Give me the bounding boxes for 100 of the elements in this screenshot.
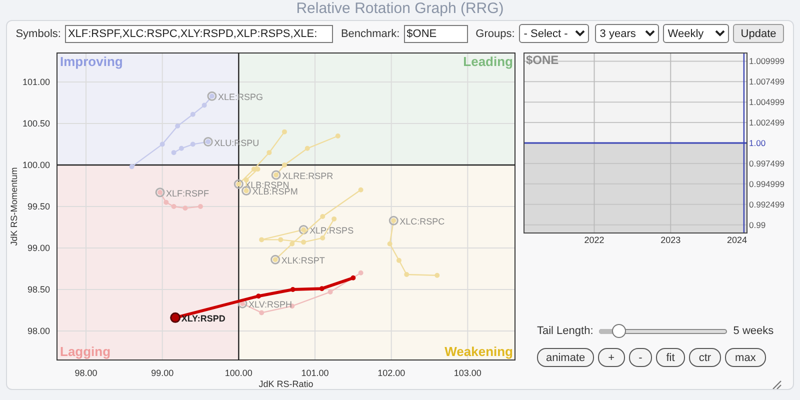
head-marker: [155, 188, 165, 198]
head-marker: [271, 170, 281, 180]
point: [301, 240, 306, 245]
point: [160, 142, 165, 147]
point: [319, 286, 324, 292]
head-marker: [203, 137, 213, 147]
symbol-label: XLF:RSPF: [166, 188, 210, 198]
axis-tick-label: 0.997499: [749, 158, 784, 168]
quadrant-label: Lagging: [60, 344, 111, 359]
point: [178, 146, 184, 151]
point: [350, 275, 356, 280]
axis-tick-label: 0.99: [749, 220, 766, 230]
symbol-label: XLB:RSPM: [252, 186, 298, 197]
update-button[interactable]: Update: [732, 24, 784, 43]
page-title: Relative Rotation Graph (RRG): [295, 0, 505, 18]
point: [335, 133, 340, 138]
chart-control-button[interactable]: animate: [537, 348, 594, 367]
field-label: Benchmark:: [340, 28, 400, 40]
quadrant-label: Improving: [60, 54, 123, 69]
axis-tick-label: 102.00: [378, 368, 406, 378]
point: [282, 129, 287, 134]
point: [358, 187, 364, 192]
point: [202, 102, 207, 108]
symbols-field[interactable]: XLF:RSPF,XLC:RSPC,XLY:RSPD,XLP:RSPS,XLE:: [64, 24, 333, 42]
tail-length-label: Tail Length:: [537, 325, 594, 337]
point: [175, 124, 180, 129]
point: [190, 142, 196, 147]
point: [404, 272, 410, 278]
point: [434, 272, 440, 278]
axis-tick-label: 2022: [584, 235, 604, 245]
head-marker: [170, 312, 181, 323]
head-marker: [207, 91, 217, 101]
axis-tick-label: 101.00: [301, 368, 329, 378]
head-marker: [238, 298, 248, 308]
x-axis-title: JdK RS-Ratio: [258, 379, 314, 389]
axis-tick-label: 99.50: [27, 202, 50, 212]
interval-dropdown[interactable]: Weekly: [662, 24, 729, 43]
point: [282, 162, 287, 168]
point: [266, 150, 272, 156]
point: [171, 150, 176, 156]
groups-dropdown[interactable]: - Select -: [518, 24, 589, 43]
axis-tick-label: 98.00: [27, 326, 50, 336]
y-axis-title: JdK RS-Momentum: [9, 167, 19, 246]
tail-length-slider[interactable]: [599, 324, 728, 338]
point: [358, 270, 364, 276]
series-name: $ONE: [526, 53, 559, 67]
point: [387, 241, 392, 246]
chart-control-button[interactable]: -: [628, 348, 652, 367]
point: [290, 286, 296, 292]
point: [171, 204, 176, 209]
point: [290, 241, 295, 246]
head-marker: [270, 254, 280, 264]
field-label: Symbols:: [16, 28, 61, 40]
symbol-label: XLV:RSPH: [248, 300, 292, 310]
point: [198, 204, 204, 209]
benchmark-field[interactable]: $ONE: [404, 24, 468, 42]
chart-control-button[interactable]: +: [598, 348, 625, 367]
point: [190, 112, 196, 117]
point: [396, 258, 402, 263]
axis-tick-label: 101.00: [22, 77, 50, 88]
tail-length-value: 5 weeks: [733, 325, 774, 337]
slider-thumb[interactable]: [612, 324, 626, 338]
head-marker: [234, 179, 244, 189]
point: [182, 206, 188, 211]
point: [320, 236, 326, 241]
point: [328, 289, 333, 294]
axis-tick-label: 0.992499: [749, 199, 784, 210]
axis-tick-label: 98.00: [74, 368, 98, 378]
symbol-label: XLK:RSPT: [281, 256, 325, 266]
axis-tick-label: 1.002499: [749, 118, 784, 128]
resize-grip-icon: [772, 380, 782, 389]
axis-tick-label: 1.004999: [749, 97, 784, 108]
head-marker: [298, 224, 308, 234]
symbol-label: XLC:RSPC: [400, 216, 445, 227]
axis-tick-label: 1.009999: [749, 56, 784, 66]
point: [320, 214, 326, 219]
axis-tick-label: 100.00: [224, 368, 252, 378]
axis-tick-label: 98.50: [27, 284, 50, 294]
axis-tick-label: 100.00: [22, 160, 50, 170]
chart-control-button[interactable]: fit: [656, 348, 685, 367]
point: [129, 164, 134, 170]
axis-tick-label: 100.50: [22, 118, 50, 129]
point: [259, 310, 264, 316]
symbol-label: XLY:RSPD: [181, 314, 226, 324]
quadrant-label: Leading: [463, 54, 513, 69]
point: [259, 237, 264, 242]
period-dropdown[interactable]: 3 years: [594, 24, 659, 43]
axis-tick-label: 0.994999: [749, 178, 784, 189]
axis-tick-label: 99.00: [27, 242, 50, 253]
axis-tick-label: 1.007499: [749, 76, 784, 87]
point: [256, 294, 262, 299]
quadrant-label: Weakening: [444, 344, 513, 359]
head-marker: [388, 216, 398, 226]
chart-control-button[interactable]: ctr: [688, 348, 722, 367]
field-label: Groups:: [476, 28, 515, 40]
axis-tick-label: 2023: [660, 235, 681, 245]
axis-tick-label: 2024: [726, 235, 747, 245]
symbol-label: XLRE:RSPR: [282, 170, 334, 181]
chart-control-button[interactable]: max: [725, 348, 766, 367]
point: [278, 237, 284, 242]
